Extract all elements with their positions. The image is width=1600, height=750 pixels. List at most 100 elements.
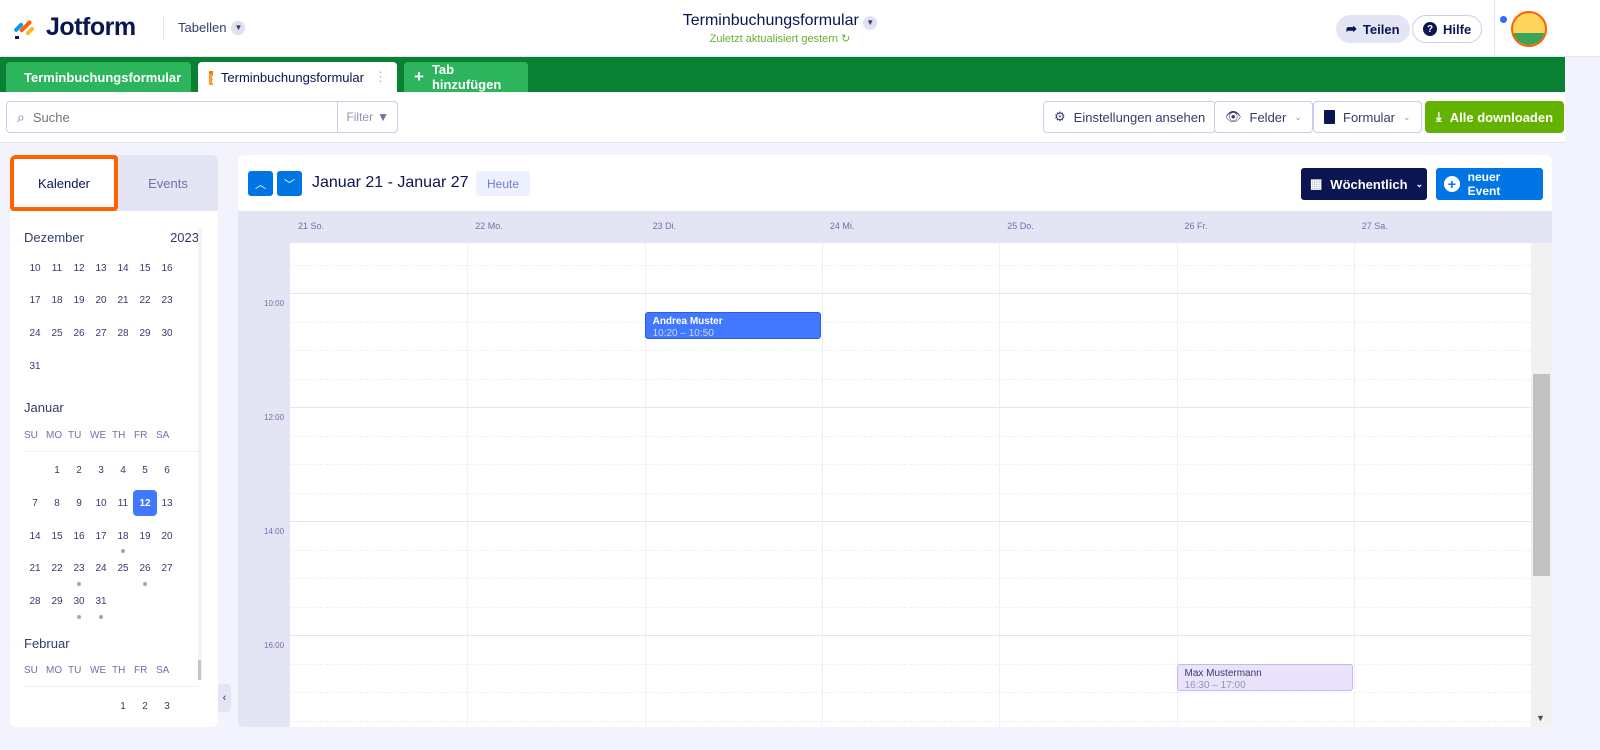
fields-button[interactable]: 👁 Felder ⌄	[1214, 101, 1313, 133]
chevron-down-icon: ⌄	[1403, 111, 1411, 122]
day-cell[interactable]: 3	[89, 458, 113, 484]
weekday-label: SA	[156, 665, 170, 677]
day-number: 8	[54, 497, 60, 509]
download-all-button[interactable]: ⤓ Alle downloaden	[1425, 101, 1565, 133]
day-cell[interactable]: 26	[67, 320, 91, 346]
day-cell[interactable]: 10	[89, 490, 113, 516]
day-cell[interactable]: 1	[45, 458, 69, 484]
day-cell[interactable]: 17	[89, 523, 113, 549]
day-cell[interactable]: 28	[111, 320, 135, 346]
day-cell[interactable]: 22	[45, 556, 69, 582]
day-cell[interactable]: 11	[111, 490, 135, 516]
last-updated-text: Zuletzt aktualisiert gestern	[709, 33, 839, 45]
day-cell[interactable]: 27	[155, 556, 179, 582]
year: 2023	[170, 229, 199, 245]
day-cell[interactable]: 7	[24, 490, 47, 516]
day-cell[interactable]: 12	[67, 255, 91, 281]
day-cell[interactable]: 17	[24, 288, 47, 314]
tab-kalender[interactable]: Kalender	[10, 155, 118, 211]
tab-calendar[interactable]: Terminbuchungsformular ⋮	[198, 62, 397, 92]
day-cell[interactable]: 18	[45, 288, 69, 314]
day-number: 4	[120, 465, 126, 477]
filter-button[interactable]: Filter ▼	[337, 102, 397, 132]
next-week-button[interactable]: ﹀	[277, 171, 302, 196]
day-cell[interactable]: 29	[133, 320, 157, 346]
day-cell[interactable]: 8	[45, 490, 69, 516]
day-cell[interactable]: 31	[24, 353, 47, 379]
day-number: 10	[95, 497, 107, 509]
today-button[interactable]: Heute	[476, 171, 531, 196]
view-settings-button[interactable]: ⚙ Einstellungen ansehen	[1043, 101, 1217, 133]
day-number: 17	[29, 295, 41, 307]
day-cell[interactable]: 5	[133, 458, 157, 484]
day-cell[interactable]: 23	[155, 288, 179, 314]
fields-label: Felder	[1249, 109, 1287, 125]
day-cell[interactable]: 14	[111, 255, 135, 281]
day-cell[interactable]: 2	[67, 458, 91, 484]
day-cell[interactable]: 13	[155, 490, 179, 516]
day-cell[interactable]: 12	[133, 490, 157, 517]
day-cell[interactable]: 19	[67, 288, 91, 314]
help-button[interactable]: ? Hilfe	[1412, 15, 1483, 43]
day-cell[interactable]: 10	[24, 255, 47, 281]
grid-scrollbar[interactable]: ▼	[1531, 243, 1552, 727]
day-cell[interactable]: 28	[24, 589, 47, 615]
day-cell[interactable]: 20	[89, 288, 113, 314]
day-cell[interactable]: 16	[67, 523, 91, 549]
day-cell[interactable]: 3	[155, 693, 179, 715]
day-cell[interactable]: 23	[67, 556, 91, 586]
plus-icon: +	[414, 67, 424, 86]
scrollbar-thumb[interactable]	[1533, 374, 1550, 576]
day-cell[interactable]: 25	[45, 320, 69, 346]
month-header: Februar	[24, 631, 199, 655]
day-cell[interactable]: 18	[111, 523, 135, 554]
view-select[interactable]: ▦ Wöchentlich ⌄	[1301, 168, 1427, 200]
day-cell[interactable]: 19	[133, 523, 157, 549]
day-cell[interactable]: 29	[45, 589, 69, 615]
day-cell[interactable]: 14	[24, 523, 47, 549]
day-cell[interactable]: 30	[67, 589, 91, 619]
form-title[interactable]: Terminbuchungsformular ▼	[0, 12, 1560, 30]
previous-week-button[interactable]: ︿	[248, 171, 273, 196]
scroll-down-arrow-icon[interactable]: ▼	[1536, 713, 1545, 723]
kebab-menu-icon[interactable]: ⋮	[374, 69, 387, 85]
weekday-label: SU	[24, 429, 38, 441]
add-tab-button[interactable]: + Tab hinzufügen	[404, 62, 528, 92]
new-event-button[interactable]: + neuer Event	[1436, 168, 1543, 200]
day-cell[interactable]: 21	[24, 556, 47, 582]
day-cell[interactable]: 2	[133, 693, 157, 715]
day-cell[interactable]: 30	[155, 320, 179, 346]
tab-table[interactable]: Terminbuchungsformular	[6, 62, 191, 92]
collapse-sidebar-button[interactable]: ‹	[218, 684, 231, 712]
day-cell[interactable]: 4	[111, 458, 135, 484]
calendar-event[interactable]: Andrea Muster 10:20 – 10:50	[644, 311, 821, 340]
day-cell[interactable]: 15	[133, 255, 157, 281]
calendar-event[interactable]: Max Mustermann 16:30 – 17:00	[1176, 663, 1353, 691]
day-cell[interactable]: 26	[133, 556, 157, 586]
chevron-down-icon[interactable]: ▼	[863, 15, 878, 30]
event-dot	[77, 581, 81, 586]
day-cell[interactable]: 24	[24, 320, 47, 346]
day-cell[interactable]: 9	[67, 490, 91, 516]
day-cell[interactable]: 21	[111, 288, 135, 314]
day-cell[interactable]: 31	[89, 589, 113, 619]
day-cell[interactable]: 15	[45, 523, 69, 549]
sidebar-scrollbar[interactable]	[198, 228, 202, 680]
day-cell[interactable]: 11	[45, 255, 69, 281]
tab-events[interactable]: Events	[118, 155, 218, 211]
day-cell[interactable]: 27	[89, 320, 113, 346]
day-cell[interactable]: 20	[155, 523, 179, 549]
share-button[interactable]: ➦ Teilen	[1336, 15, 1410, 43]
day-cell[interactable]: 13	[89, 255, 113, 281]
day-cell[interactable]: 1	[111, 693, 135, 715]
day-cell[interactable]: 22	[133, 288, 157, 314]
form-button[interactable]: Formular ⌄	[1313, 101, 1422, 133]
refresh-icon[interactable]: ↻	[841, 33, 850, 45]
day-cell[interactable]: 25	[111, 556, 135, 582]
hour-label: 12:00	[264, 413, 285, 422]
avatar[interactable]	[1511, 11, 1547, 47]
day-cell[interactable]: 16	[155, 255, 179, 281]
day-cell[interactable]: 6	[155, 458, 179, 484]
search-input[interactable]	[32, 109, 323, 125]
day-cell[interactable]: 24	[89, 556, 113, 582]
